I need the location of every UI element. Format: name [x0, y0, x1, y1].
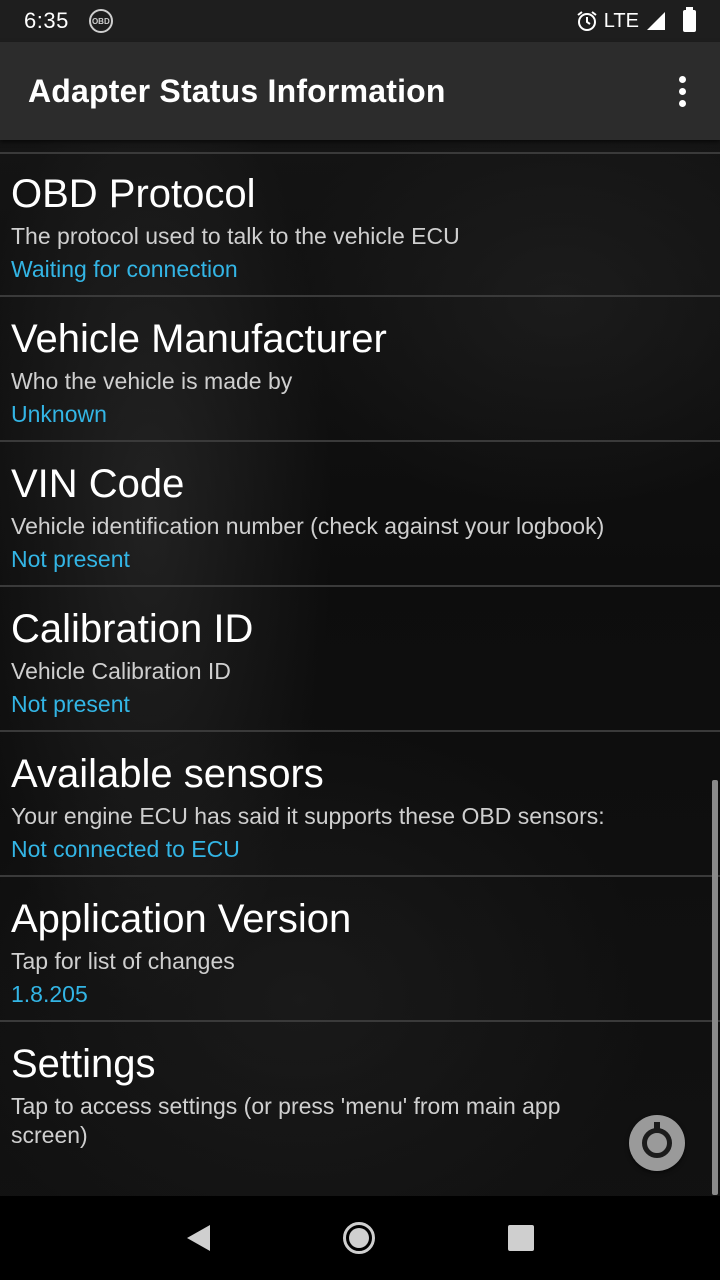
connect-fab-button[interactable]	[629, 1115, 685, 1171]
pref-title: Available sensors	[11, 752, 324, 796]
pref-value: Unknown	[11, 401, 107, 427]
pref-title: Settings	[11, 1042, 156, 1086]
scrollbar[interactable]	[712, 780, 718, 1195]
pref-summary: Vehicle identification number (check aga…	[11, 513, 605, 539]
pref-value: 1.8.205	[11, 981, 88, 1007]
obd-icon: OBD	[88, 9, 113, 33]
battery-icon	[683, 7, 696, 32]
back-icon[interactable]	[186, 1225, 210, 1251]
pref-value: Not present	[11, 691, 130, 717]
pref-summary: The protocol used to talk to the vehicle…	[11, 223, 460, 249]
pref-summary: Tap for list of changes	[11, 948, 235, 974]
pref-summary: Who the vehicle is made by	[11, 368, 293, 394]
pref-summary: Tap to access settings (or press 'menu' …	[11, 1093, 561, 1148]
status-bar: 6:35 OBD LTE	[0, 0, 720, 42]
app-bar: Adapter Status Information	[0, 42, 720, 140]
pref-summary: Your engine ECU has said it supports the…	[11, 803, 605, 829]
pref-available-sensors[interactable]: Available sensors Your engine ECU has sa…	[0, 732, 720, 877]
pref-title: Calibration ID	[11, 607, 254, 651]
pref-value: Waiting for connection	[11, 256, 238, 282]
overflow-menu-button[interactable]	[672, 71, 692, 111]
pref-summary: Vehicle Calibration ID	[11, 658, 231, 684]
page-title: Adapter Status Information	[28, 72, 446, 109]
pref-vehicle-manufacturer[interactable]: Vehicle Manufacturer Who the vehicle is …	[0, 297, 720, 442]
pref-title: Application Version	[11, 897, 352, 941]
pref-value: Not present	[11, 546, 130, 572]
pref-settings[interactable]: Settings Tap to access settings (or pres…	[0, 1022, 720, 1202]
pref-calibration-id[interactable]: Calibration ID Vehicle Calibration ID No…	[0, 587, 720, 732]
navigation-bar	[0, 1196, 720, 1280]
pref-vin-code[interactable]: VIN Code Vehicle identification number (…	[0, 442, 720, 587]
recents-icon[interactable]	[507, 1225, 534, 1251]
pref-application-version[interactable]: Application Version Tap for list of chan…	[0, 877, 720, 1022]
pref-title: Vehicle Manufacturer	[11, 317, 387, 361]
overflow-dot-icon	[678, 87, 686, 95]
pref-title: VIN Code	[11, 462, 185, 506]
network-type: LTE	[603, 9, 639, 32]
preference-list: OBD Protocol The protocol used to talk t…	[0, 152, 720, 1202]
signal-icon	[647, 12, 665, 30]
screen: 6:35 OBD LTE Adapter Status Information …	[0, 0, 720, 1280]
alarm-icon	[577, 11, 597, 31]
pref-title: OBD Protocol	[11, 172, 256, 216]
pref-obd-protocol[interactable]: OBD Protocol The protocol used to talk t…	[0, 152, 720, 297]
status-time: 6:35	[24, 8, 69, 33]
home-icon[interactable]	[342, 1222, 375, 1254]
power-icon	[642, 1122, 672, 1158]
overflow-dot-icon	[678, 75, 686, 83]
overflow-dot-icon	[678, 99, 686, 107]
pref-value: Not connected to ECU	[11, 836, 240, 862]
status-icons: LTE	[576, 7, 696, 33]
